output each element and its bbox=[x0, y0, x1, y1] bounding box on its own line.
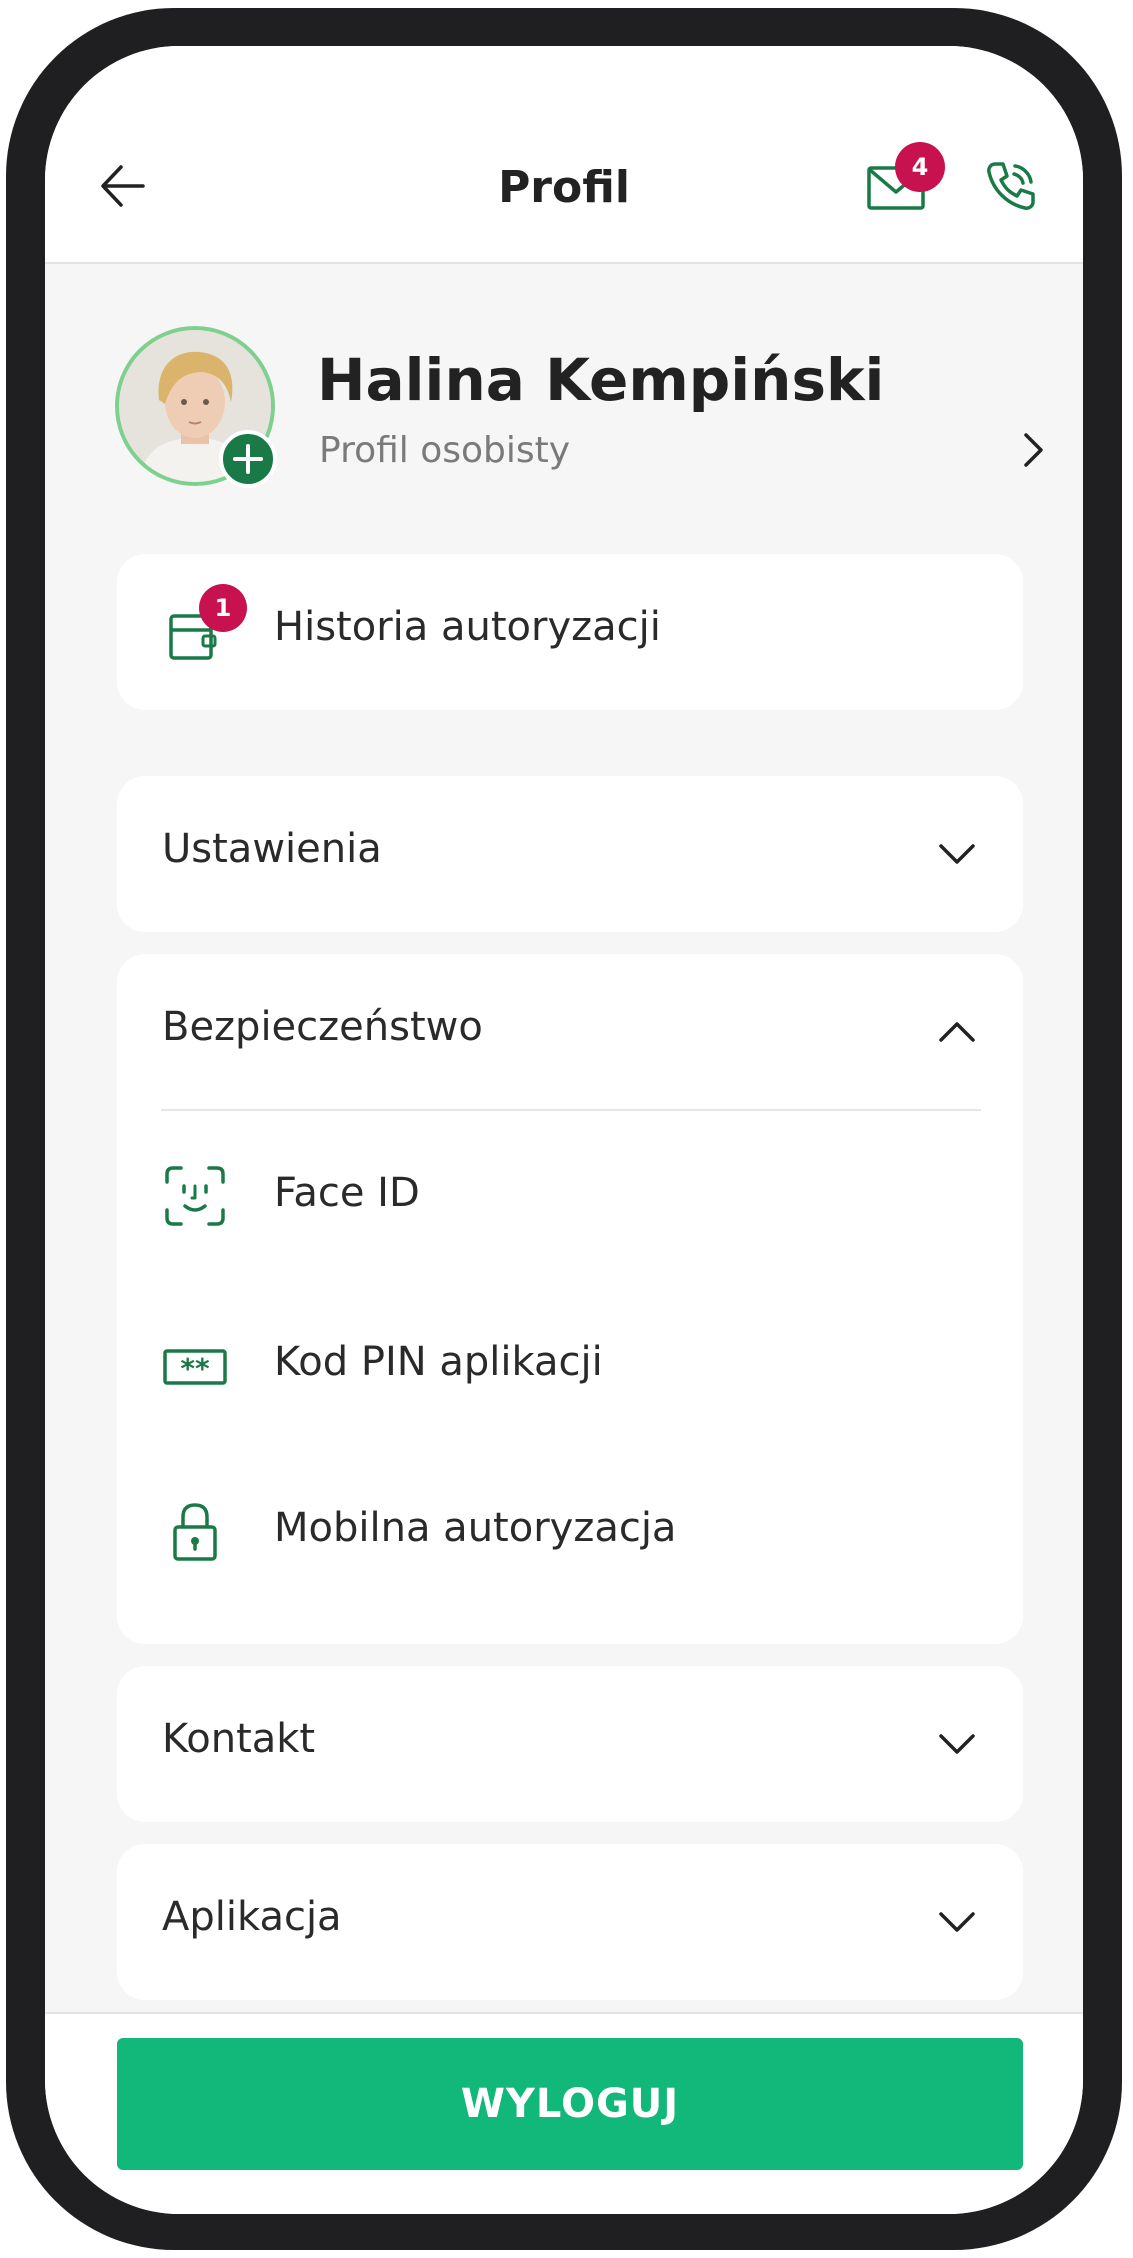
contact-section[interactable]: Kontakt bbox=[117, 1666, 1023, 1822]
security-section-header[interactable]: Bezpieczeństwo bbox=[117, 954, 1023, 1110]
phone-frame: Profil 4 Halina Kempiński Profil osobist… bbox=[6, 8, 1122, 2250]
chevron-up-icon bbox=[939, 1022, 975, 1042]
phone-call-icon bbox=[987, 162, 1035, 210]
profile-subtitle: Profil osobisty bbox=[319, 430, 571, 471]
bottom-action-bar: WYLOGUJ bbox=[45, 2012, 1083, 2214]
contact-label: Kontakt bbox=[162, 1716, 316, 1762]
security-item-label: Kod PIN aplikacji bbox=[274, 1339, 603, 1385]
security-section: Bezpieczeństwo Face ID ** Kod PIN aplika… bbox=[117, 954, 1023, 1644]
add-photo-button[interactable] bbox=[219, 430, 277, 488]
top-bar: Profil 4 bbox=[45, 46, 1083, 264]
security-item-label: Mobilna autoryzacja bbox=[274, 1505, 677, 1551]
chevron-down-icon bbox=[939, 1912, 975, 1932]
call-button[interactable] bbox=[981, 156, 1041, 216]
chevron-right-icon bbox=[1024, 433, 1043, 467]
security-item-label: Face ID bbox=[274, 1170, 420, 1216]
application-section[interactable]: Aplikacja bbox=[117, 1844, 1023, 2000]
lock-icon bbox=[173, 1503, 217, 1561]
settings-section[interactable]: Ustawienia bbox=[117, 776, 1023, 932]
logout-button[interactable]: WYLOGUJ bbox=[117, 2038, 1023, 2170]
security-divider bbox=[161, 1109, 981, 1111]
security-item-mobile-auth[interactable]: Mobilna autoryzacja bbox=[117, 1449, 1023, 1619]
chevron-down-icon bbox=[939, 844, 975, 864]
svg-text:**: ** bbox=[180, 1352, 210, 1385]
pin-code-icon: ** bbox=[163, 1349, 227, 1385]
messages-count-badge: 4 bbox=[895, 142, 945, 192]
security-label: Bezpieczeństwo bbox=[162, 1004, 483, 1050]
profile-summary[interactable]: Halina Kempiński Profil osobisty bbox=[115, 326, 1043, 496]
authorization-count-badge: 1 bbox=[199, 584, 247, 632]
authorization-history-label: Historia autoryzacji bbox=[274, 604, 661, 650]
face-id-icon bbox=[165, 1166, 225, 1226]
application-label: Aplikacja bbox=[162, 1894, 342, 1940]
plus-icon bbox=[233, 444, 263, 474]
profile-name: Halina Kempiński bbox=[317, 346, 885, 414]
authorization-history-card[interactable]: 1 Historia autoryzacji bbox=[117, 554, 1023, 710]
app-screen: Profil 4 Halina Kempiński Profil osobist… bbox=[45, 46, 1083, 2214]
security-item-pin[interactable]: ** Kod PIN aplikacji bbox=[117, 1279, 1023, 1449]
chevron-down-icon bbox=[939, 1734, 975, 1754]
settings-label: Ustawienia bbox=[162, 826, 382, 872]
security-item-face-id[interactable]: Face ID bbox=[117, 1114, 1023, 1279]
